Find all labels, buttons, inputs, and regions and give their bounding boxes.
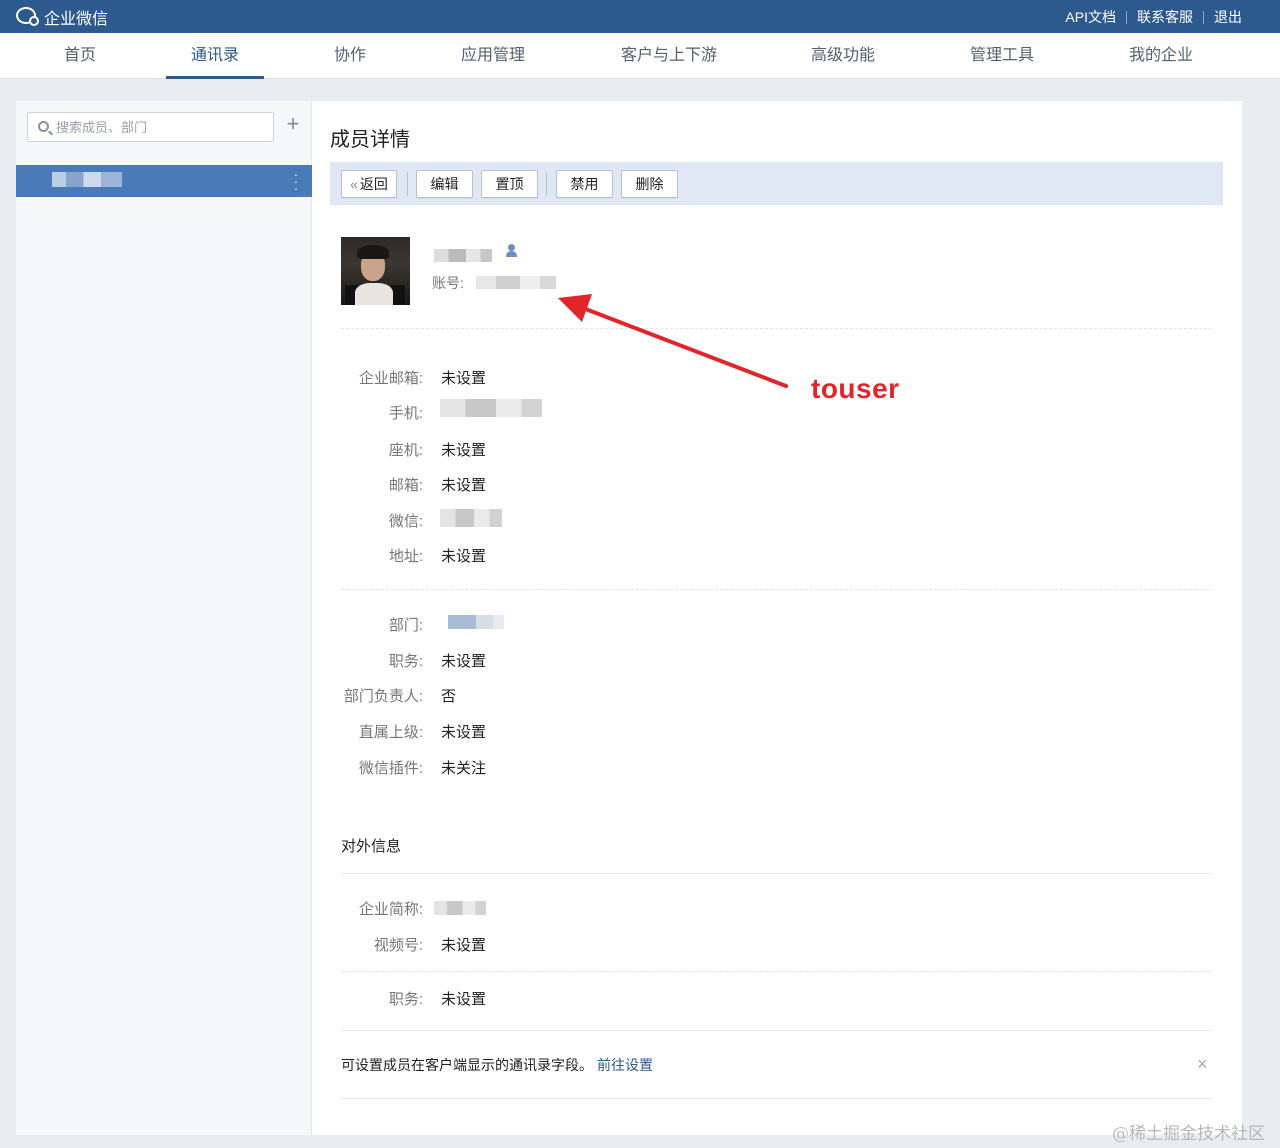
email-label: 邮箱:	[388, 477, 423, 494]
top-bar: 企业微信 API文档 联系客服 退出	[0, 0, 1280, 33]
dept-leader-label: 部门负责人:	[343, 688, 423, 705]
search-input[interactable]	[56, 113, 266, 141]
enterprise-email-value: 未设置	[441, 370, 487, 387]
address-label: 地址:	[388, 548, 423, 565]
search-box[interactable]	[27, 112, 274, 142]
dept-leader-value: 否	[441, 688, 457, 705]
logout-link[interactable]: 退出	[1214, 7, 1242, 27]
divider	[341, 1030, 1212, 1031]
member-detail: 成员详情 «返回 编辑 置顶 禁用 删除 账号: 企业邮箱: 未设置 手机: 座…	[330, 101, 1223, 1135]
divider	[341, 971, 1212, 972]
nav-my-enterprise[interactable]: 我的企业	[1114, 33, 1208, 79]
pin-button[interactable]: 置顶	[481, 170, 538, 198]
org-sidebar: + ···	[16, 101, 312, 1135]
nav-admin-tools[interactable]: 管理工具	[955, 33, 1049, 79]
mobile-label: 手机:	[388, 405, 423, 422]
main-panel: + ··· 成员详情 «返回 编辑 置顶 禁用 删除 账号: 企业邮箱: 未设置…	[16, 101, 1242, 1135]
nav-customers[interactable]: 客户与上下游	[608, 33, 730, 79]
action-toolbar: «返回 编辑 置顶 禁用 删除	[330, 162, 1223, 205]
person-icon	[506, 244, 517, 258]
notice-text: 可设置成员在客户端显示的通讯录字段。	[341, 1057, 593, 1073]
nav-advanced[interactable]: 高级功能	[796, 33, 890, 79]
nav-home[interactable]: 首页	[48, 33, 112, 79]
position-value: 未设置	[441, 653, 487, 670]
double-chevron-left-icon: «	[350, 176, 358, 192]
wechat-plugin-value: 未关注	[441, 760, 487, 777]
wechat-label: 微信:	[388, 513, 423, 530]
external-info-title: 对外信息	[341, 838, 402, 855]
go-settings-link[interactable]: 前往设置	[597, 1057, 653, 1073]
toolbar-divider	[546, 172, 547, 196]
external-position-label: 职务:	[388, 991, 423, 1008]
divider	[1126, 10, 1127, 24]
logo[interactable]: 企业微信	[16, 5, 108, 29]
enterprise-email-label: 企业邮箱:	[358, 370, 423, 387]
department-name-redacted	[52, 172, 122, 187]
watermark: @稀土掘金技术社区	[1112, 1124, 1265, 1144]
divider	[341, 589, 1212, 590]
page-title: 成员详情	[330, 129, 410, 151]
plus-icon[interactable]: +	[284, 113, 302, 135]
mobile-value-redacted	[440, 399, 542, 417]
video-account-label: 视频号:	[373, 937, 423, 954]
video-account-value: 未设置	[441, 937, 487, 954]
disable-button[interactable]: 禁用	[556, 170, 613, 198]
account-id-redacted	[476, 276, 556, 289]
member-name-redacted	[434, 249, 492, 262]
api-docs-link[interactable]: API文档	[1065, 7, 1116, 27]
company-short-name-label: 企业简称:	[358, 901, 423, 918]
more-vertical-icon[interactable]: · · ·	[293, 167, 299, 195]
delete-button[interactable]: 删除	[621, 170, 678, 198]
divider	[341, 328, 1212, 329]
landline-label: 座机:	[388, 442, 423, 459]
back-button[interactable]: «返回	[341, 170, 397, 198]
account-label: 账号:	[432, 275, 464, 291]
top-links: API文档 联系客服 退出	[1065, 7, 1242, 27]
landline-value: 未设置	[441, 442, 487, 459]
annotation-label: touser	[811, 373, 900, 404]
department-value-redacted[interactable]	[448, 615, 504, 629]
company-short-name-redacted	[434, 901, 486, 915]
nav-app-management[interactable]: 应用管理	[446, 33, 540, 79]
main-nav: 首页 通讯录 协作 应用管理 客户与上下游 高级功能 管理工具 我的企业	[0, 33, 1280, 79]
direct-supervisor-value: 未设置	[441, 724, 487, 741]
wechat-value-redacted	[440, 509, 502, 527]
logo-text: 企业微信	[44, 11, 109, 28]
department-tree-item[interactable]: · · ·	[16, 165, 312, 197]
department-label: 部门:	[388, 617, 423, 634]
nav-contacts[interactable]: 通讯录	[166, 33, 264, 79]
notice-bar: 可设置成员在客户端显示的通讯录字段。 前往设置	[341, 1055, 653, 1075]
search-icon	[38, 121, 49, 132]
avatar	[341, 237, 410, 305]
divider	[1203, 10, 1204, 24]
wechat-plugin-label: 微信插件:	[358, 760, 423, 777]
address-value: 未设置	[441, 548, 487, 565]
divider	[341, 873, 1212, 874]
contact-support-link[interactable]: 联系客服	[1137, 7, 1193, 27]
edit-button[interactable]: 编辑	[416, 170, 473, 198]
email-value: 未设置	[441, 477, 487, 494]
toolbar-divider	[407, 172, 408, 196]
direct-supervisor-label: 直属上级:	[358, 724, 423, 741]
close-icon[interactable]: ×	[1197, 1054, 1208, 1075]
wework-logo-icon	[16, 6, 42, 28]
divider	[341, 1098, 1212, 1099]
position-label: 职务:	[388, 653, 423, 670]
nav-collaboration[interactable]: 协作	[318, 33, 382, 79]
external-position-value: 未设置	[441, 991, 487, 1008]
